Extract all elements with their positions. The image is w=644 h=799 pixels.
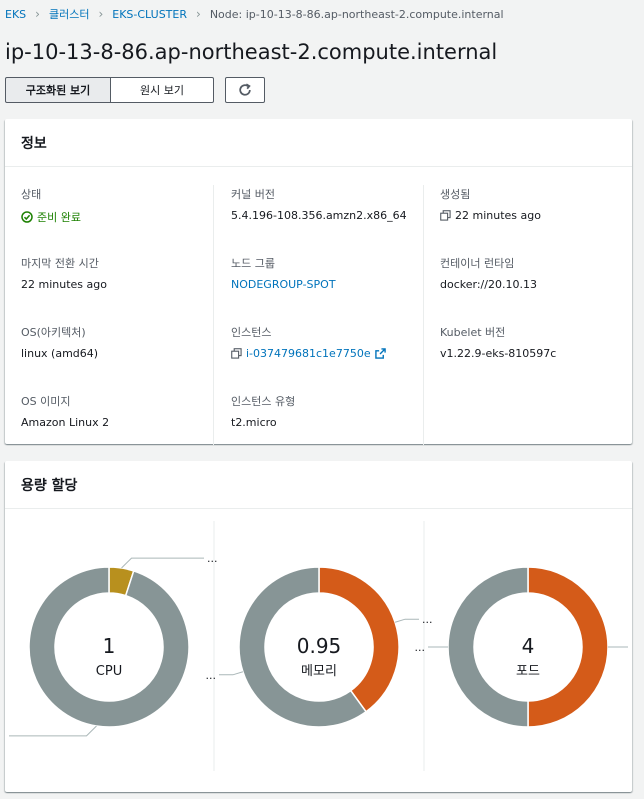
column-divider [213,185,214,445]
runtime-label: 컨테이너 런타임 [440,257,515,270]
last-transition-value: 22 minutes ago [21,278,107,291]
instance-type-value: t2.micro [231,416,277,429]
refresh-icon [239,83,251,96]
segment-label: ... [415,641,426,654]
kubelet-field: Kubelet 버전 v1.22.9-eks-810597c [440,324,630,360]
segment-label: ... [5,730,6,743]
segment-label: ... [206,669,217,682]
donut-total: 1 [103,634,116,658]
donut-total: 4 [522,634,535,658]
donut-unit: 포드 [516,664,540,679]
last-transition-label: 마지막 전환 시간 [21,257,99,270]
refresh-button[interactable] [225,77,265,103]
os-field: OS(아키텍처) linux (amd64) [21,324,211,360]
last-transition-field: 마지막 전환 시간 22 minutes ago [21,255,211,291]
kubelet-label: Kubelet 버전 [440,326,506,339]
breadcrumb: EKS › 클러스터 › EKS-CLUSTER › Node: ip-10-1… [5,6,504,22]
os-value: linux (amd64) [21,347,99,360]
chevron-right-icon: › [35,7,40,21]
kubelet-value: v1.22.9-eks-810597c [440,347,557,360]
node-group-field: 노드 그룹 NODEGROUP-SPOT [231,255,421,291]
donut-total: 0.95 [297,634,342,658]
kernel-label: 커널 버전 [231,188,275,201]
node-group-label: 노드 그룹 [231,257,275,270]
capacity-donut-charts: ...... 1 CPU...... 0.95 메모리...... 4 포드 [5,521,632,771]
instance-value: i-037479681c1e7750e [231,347,421,360]
donut-unit: CPU [96,664,122,679]
donut-segment[interactable] [527,566,609,728]
column-divider [423,185,424,445]
created-field: 생성됨 22 minutes ago [440,186,630,222]
os-image-label: OS 이미지 [21,395,71,408]
created-value: 22 minutes ago [440,209,630,222]
status-label: 상태 [21,188,42,201]
breadcrumb-cluster[interactable]: EKS-CLUSTER [112,8,187,21]
created-label: 생성됨 [440,188,471,201]
breadcrumb-node: Node: ip-10-13-8-86.ap-northeast-2.compu… [209,7,504,21]
chevron-right-icon: › [196,7,201,21]
runtime-field: 컨테이너 런타임 docker://20.10.13 [440,255,630,291]
page-title: ip-10-13-8-86.ap-northeast-2.compute.int… [5,40,498,64]
created-text: 22 minutes ago [455,209,541,222]
external-link-icon[interactable] [374,348,386,359]
status-text: 준비 완료 [37,211,81,224]
leader-line [9,725,97,737]
node-group-link[interactable]: NODEGROUP-SPOT [231,278,421,291]
runtime-value: docker://20.10.13 [440,278,537,291]
os-label: OS(아키텍처) [21,326,86,339]
os-image-field: OS 이미지 Amazon Linux 2 [21,393,211,429]
view-toolbar: 구조화된 보기 원시 보기 [5,77,265,103]
segment-label: ... [631,641,632,654]
instance-link[interactable]: i-037479681c1e7750e [246,347,371,360]
breadcrumb-clusters[interactable]: 클러스터 [49,6,89,22]
instance-type-label: 인스턴스 유형 [231,395,296,408]
donut-unit: 메모리 [301,664,337,679]
leader-line [394,618,419,623]
capacity-panel-title: 용량 할당 [5,461,632,509]
kernel-value: 5.4.196-108.356.amzn2.x86_64 [231,209,407,222]
os-image-value: Amazon Linux 2 [21,416,110,429]
instance-field: 인스턴스 i-037479681c1e7750e [231,324,421,360]
leader-line [121,557,204,569]
donut-segment[interactable] [447,566,529,728]
status-value: 준비 완료 [21,209,211,225]
kernel-field: 커널 버전 5.4.196-108.356.amzn2.x86_64 [231,186,421,222]
breadcrumb-eks[interactable]: EKS [5,8,26,21]
structured-view-button[interactable]: 구조화된 보기 [5,77,111,103]
info-panel-title: 정보 [5,119,632,167]
instance-label: 인스턴스 [231,326,272,339]
capacity-charts: ...... 1 CPU...... 0.95 메모리...... 4 포드 [5,509,632,792]
instance-type-field: 인스턴스 유형 t2.micro [231,393,421,429]
chevron-right-icon: › [98,7,104,21]
info-panel: 정보 상태 준비 완료 커널 버전 5.4.196-108.356.amzn2.… [5,119,632,445]
segment-label: ... [422,613,433,626]
raw-view-button[interactable]: 원시 보기 [111,77,214,103]
check-circle-icon [21,211,33,223]
capacity-panel: 용량 할당 ...... 1 CPU...... 0.95 메모리...... 4 포드 [5,461,632,792]
segment-label: ... [207,552,218,565]
info-grid: 상태 준비 완료 커널 버전 5.4.196-108.356.amzn2.x86… [5,167,632,445]
copy-icon[interactable] [440,210,451,221]
leader-line [219,671,244,676]
status-field: 상태 준비 완료 [21,186,211,225]
copy-icon[interactable] [231,348,242,359]
